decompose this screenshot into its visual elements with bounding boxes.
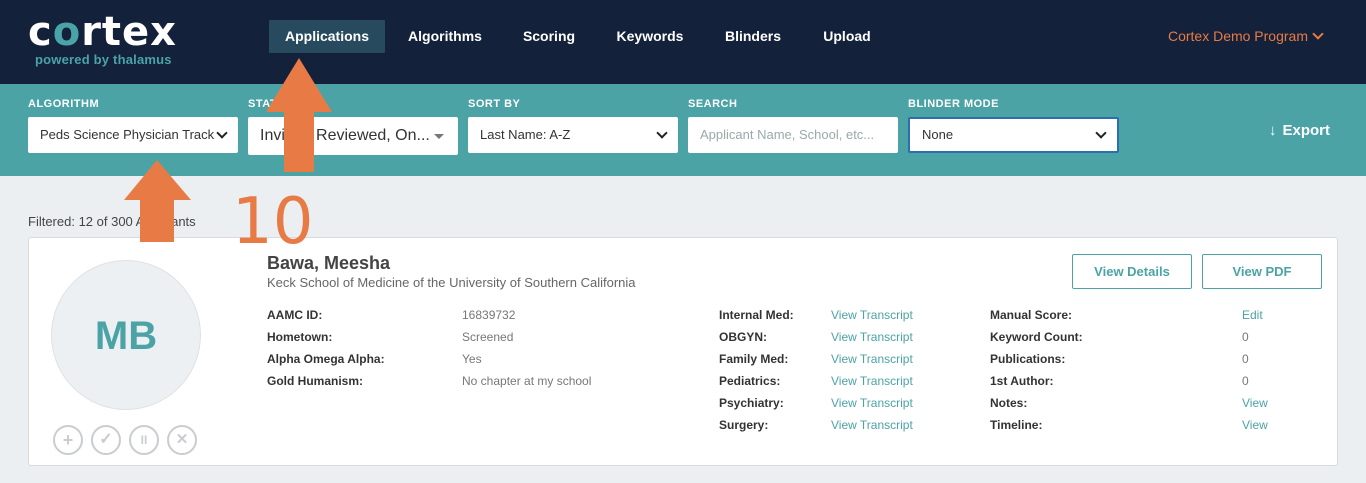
close-icon[interactable]: ✕ xyxy=(167,425,197,455)
algorithm-select[interactable]: Peds Science Physician Track xyxy=(28,117,238,153)
download-arrow-icon: ↓ xyxy=(1268,122,1277,139)
info-value: Screened xyxy=(462,330,514,344)
view-transcript-link[interactable]: View Transcript xyxy=(831,330,913,344)
logo-wordmark: cortex xyxy=(28,9,177,55)
view-transcript-link[interactable]: View Transcript xyxy=(831,396,913,410)
blinder-value: None xyxy=(922,127,954,142)
pause-icon[interactable]: II xyxy=(129,425,159,455)
top-nav: cortex powered by thalamus Applications … xyxy=(0,0,1366,84)
logo-tagline: powered by thalamus xyxy=(35,52,172,67)
blinder-label: BLINDER MODE xyxy=(908,98,999,110)
first-author-value: 0 xyxy=(1242,374,1249,388)
applicant-school: Keck School of Medicine of the Universit… xyxy=(267,275,636,290)
notes-view-link[interactable]: View xyxy=(1242,396,1268,410)
score-label: Keyword Count: xyxy=(990,330,1083,344)
info-label: Alpha Omega Alpha: xyxy=(267,352,385,366)
manual-score-edit-link[interactable]: Edit xyxy=(1242,308,1263,322)
search-label: SEARCH xyxy=(688,98,738,110)
applicant-actions: + ✓ II ✕ xyxy=(53,425,203,457)
nav-tab-keywords[interactable]: Keywords xyxy=(607,20,693,53)
avatar: MB xyxy=(51,260,201,410)
info-label: Gold Humanism: xyxy=(267,374,364,388)
nav-tab-applications[interactable]: Applications xyxy=(269,20,385,53)
transcript-label: Surgery: xyxy=(719,418,769,432)
sort-value: Last Name: A-Z xyxy=(480,127,571,142)
filter-bar: ALGORITHM Peds Science Physician Track S… xyxy=(0,84,1366,176)
program-selector[interactable]: Cortex Demo Program xyxy=(1167,20,1324,53)
annotation-arrow-up-icon xyxy=(266,58,332,172)
info-value: Yes xyxy=(462,352,482,366)
score-label: Timeline: xyxy=(990,418,1043,432)
transcript-label: Pediatrics: xyxy=(719,374,781,388)
cortex-logo[interactable]: cortex powered by thalamus xyxy=(28,12,188,68)
logo-check-o-icon: o xyxy=(52,9,82,55)
transcript-label: OBGYN: xyxy=(719,330,767,344)
blinder-mode-select[interactable]: None xyxy=(908,117,1119,153)
timeline-view-link[interactable]: View xyxy=(1242,418,1268,432)
chevron-down-icon xyxy=(1312,28,1324,40)
info-value: No chapter at my school xyxy=(462,374,592,388)
sort-select[interactable]: Last Name: A-Z xyxy=(468,117,678,153)
annotation-arrow-up-icon xyxy=(124,160,191,242)
info-value: 16839732 xyxy=(462,308,516,322)
applicant-card: MB + ✓ II ✕ Bawa, Meesha Keck School of … xyxy=(28,237,1338,466)
view-pdf-button[interactable]: View PDF xyxy=(1202,254,1322,289)
export-button[interactable]: ↓ Export xyxy=(1269,122,1330,139)
add-icon[interactable]: + xyxy=(53,425,83,455)
annotation-step-number: 10 xyxy=(232,185,314,259)
program-name: Cortex Demo Program xyxy=(1167,28,1308,44)
sort-label: SORT BY xyxy=(468,98,521,110)
view-transcript-link[interactable]: View Transcript xyxy=(831,308,913,322)
nav-tab-scoring[interactable]: Scoring xyxy=(512,20,586,53)
view-transcript-link[interactable]: View Transcript xyxy=(831,352,913,366)
chevron-down-icon xyxy=(1095,127,1107,139)
nav-tab-upload[interactable]: Upload xyxy=(812,20,882,53)
score-label: Manual Score: xyxy=(990,308,1073,322)
search-input[interactable]: Applicant Name, School, etc... xyxy=(688,117,898,153)
view-transcript-link[interactable]: View Transcript xyxy=(831,374,913,388)
view-details-button[interactable]: View Details xyxy=(1072,254,1192,289)
chevron-down-icon xyxy=(216,127,228,139)
info-label: AAMC ID: xyxy=(267,308,323,322)
transcript-label: Psychiatry: xyxy=(719,396,784,410)
view-transcript-link[interactable]: View Transcript xyxy=(831,418,913,432)
score-label: Notes: xyxy=(990,396,1028,410)
info-label: Hometown: xyxy=(267,330,333,344)
check-icon[interactable]: ✓ xyxy=(91,425,121,455)
nav-tab-algorithms[interactable]: Algorithms xyxy=(399,20,491,53)
caret-down-icon xyxy=(434,134,444,139)
export-label: Export xyxy=(1282,122,1330,139)
algorithm-label: ALGORITHM xyxy=(28,98,100,110)
keyword-count-value: 0 xyxy=(1242,330,1249,344)
nav-tab-blinders[interactable]: Blinders xyxy=(715,20,791,53)
chevron-down-icon xyxy=(656,127,668,139)
transcript-label: Internal Med: xyxy=(719,308,794,322)
score-label: Publications: xyxy=(990,352,1066,366)
score-label: 1st Author: xyxy=(990,374,1054,388)
algorithm-value: Peds Science Physician Track xyxy=(40,127,215,142)
publications-value: 0 xyxy=(1242,352,1249,366)
transcript-label: Family Med: xyxy=(719,352,789,366)
